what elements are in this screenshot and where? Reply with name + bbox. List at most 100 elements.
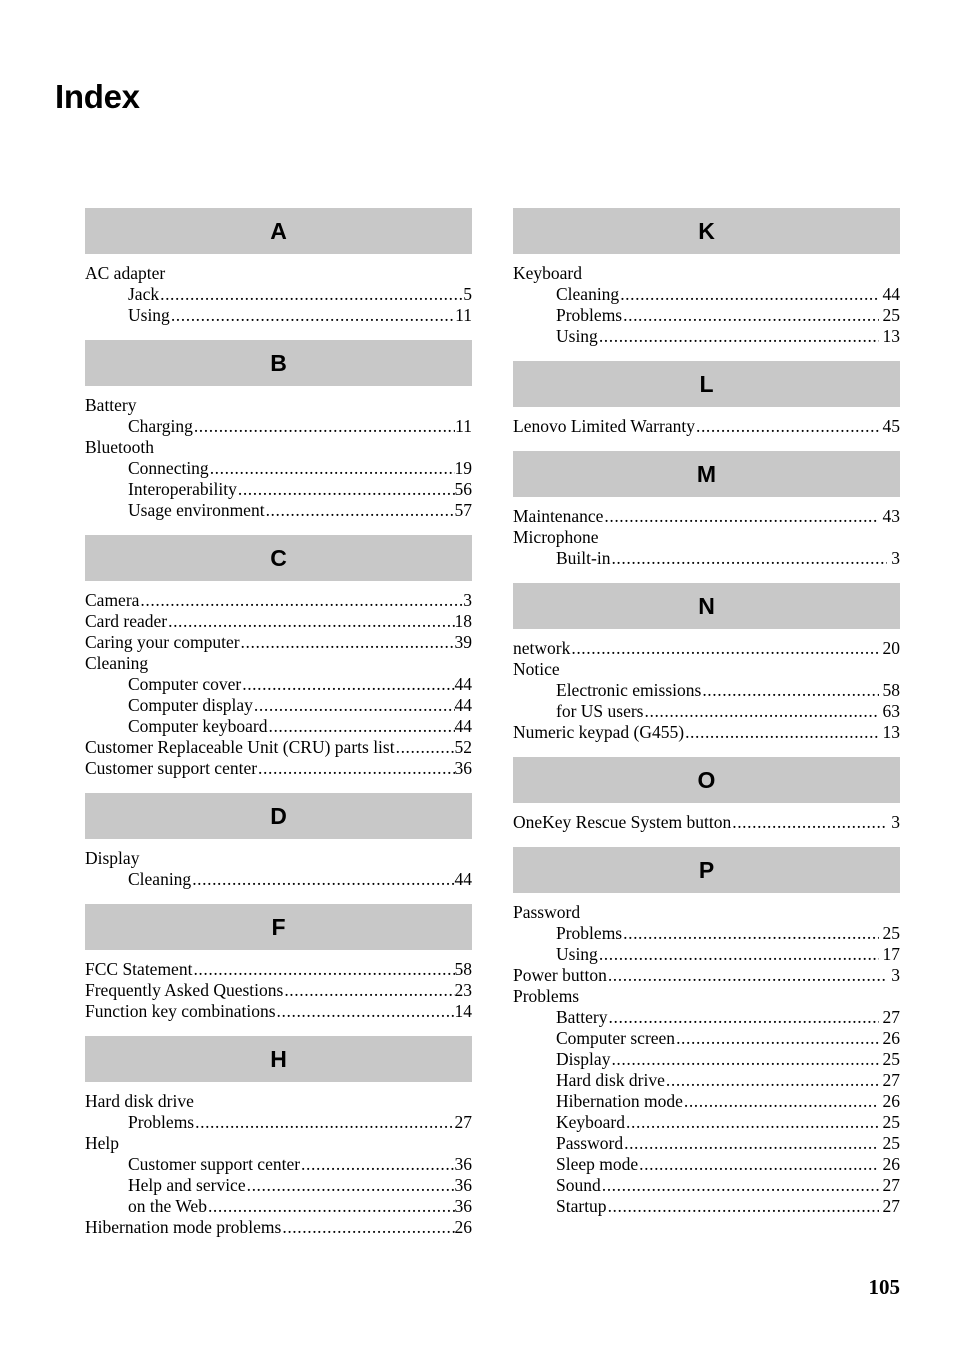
index-entry-label: Help <box>85 1133 120 1153</box>
index-entry[interactable]: Problems................................… <box>513 923 900 944</box>
index-entry-label: Hibernation mode <box>556 1091 683 1111</box>
index-entry-list: FCC Statement...........................… <box>85 959 472 1022</box>
index-entry[interactable]: Keyboard................................… <box>513 1112 900 1133</box>
index-group-heading[interactable]: Keyboard................................… <box>513 263 900 284</box>
index-entry[interactable]: Caring your computer....................… <box>85 632 472 653</box>
leader-dots: ........................................… <box>246 1175 455 1195</box>
index-entry-label: Power button <box>513 965 607 985</box>
index-entry[interactable]: Problems................................… <box>85 1112 472 1133</box>
index-group-heading[interactable]: Problems................................… <box>513 986 900 1007</box>
index-group-heading[interactable]: Microphone..............................… <box>513 527 900 548</box>
index-group-heading[interactable]: Password................................… <box>513 902 900 923</box>
index-entry-page-number: 25 <box>882 1112 901 1132</box>
index-entry[interactable]: Sound...................................… <box>513 1175 900 1196</box>
leader-dots: ........................................… <box>623 923 878 943</box>
leader-dots: ........................................… <box>598 944 879 964</box>
index-entry-label: Camera <box>85 590 140 610</box>
index-entry[interactable]: Charging................................… <box>85 416 472 437</box>
index-entry-list: Password................................… <box>513 902 900 1217</box>
index-entry[interactable]: Using...................................… <box>513 944 900 965</box>
index-entry-label: Built-in <box>556 548 611 568</box>
index-entry[interactable]: Customer support center.................… <box>85 1154 472 1175</box>
index-entry-page-number: 14 <box>454 1001 473 1021</box>
index-entry-list: Lenovo Limited Warranty.................… <box>513 416 900 437</box>
leader-dots: ........................................… <box>604 506 878 526</box>
index-entry-label: Using <box>556 944 598 964</box>
index-entry[interactable]: for US users............................… <box>513 701 900 722</box>
index-entry[interactable]: Display.................................… <box>513 1049 900 1070</box>
index-entry[interactable]: Cleaning................................… <box>85 869 472 890</box>
index-group-heading[interactable]: Cleaning................................… <box>85 653 472 674</box>
index-section-d: D Display................................… <box>85 779 472 890</box>
index-entry-label: Sleep mode <box>556 1154 639 1174</box>
index-entry-label: Lenovo Limited Warranty <box>513 416 695 436</box>
index-entry-label: AC adapter <box>85 263 166 283</box>
index-entry[interactable]: Usage environment.......................… <box>85 500 472 521</box>
index-entry-page-number: 44 <box>882 284 901 304</box>
index-entry[interactable]: Using...................................… <box>85 305 472 326</box>
index-entry[interactable]: Computer cover..........................… <box>85 674 472 695</box>
leader-dots: ........................................… <box>685 722 878 742</box>
index-entry[interactable]: Sleep mode..............................… <box>513 1154 900 1175</box>
index-entry[interactable]: FCC Statement...........................… <box>85 959 472 980</box>
index-entry[interactable]: Electronic emissions....................… <box>513 680 900 701</box>
index-entry-page-number: 11 <box>455 305 472 325</box>
index-group-heading[interactable]: Battery.................................… <box>85 395 472 416</box>
index-entry[interactable]: Using...................................… <box>513 326 900 347</box>
index-group-heading[interactable]: Bluetooth...............................… <box>85 437 472 458</box>
index-entry[interactable]: network.................................… <box>513 638 900 659</box>
index-entry[interactable]: Camera..................................… <box>85 590 472 611</box>
index-entry[interactable]: Interoperability........................… <box>85 479 472 500</box>
index-entry[interactable]: on the Web..............................… <box>85 1196 472 1217</box>
index-entry[interactable]: Maintenance.............................… <box>513 506 900 527</box>
index-entry-page-number: 58 <box>454 959 473 979</box>
index-entry[interactable]: Customer support center.................… <box>85 758 472 779</box>
index-entry[interactable]: Computer screen.........................… <box>513 1028 900 1049</box>
index-group-heading[interactable]: Notice..................................… <box>513 659 900 680</box>
index-entry[interactable]: Cleaning................................… <box>513 284 900 305</box>
index-entry-label: network <box>513 638 571 658</box>
index-entry[interactable]: Computer display........................… <box>85 695 472 716</box>
index-entry[interactable]: Hibernation mode........................… <box>513 1091 900 1112</box>
index-entry[interactable]: OneKey Rescue System button.............… <box>513 812 900 833</box>
index-entry[interactable]: Jack....................................… <box>85 284 472 305</box>
index-entry[interactable]: Built-in................................… <box>513 548 900 569</box>
index-entry-page-number: 3 <box>891 812 900 832</box>
index-entry[interactable]: Help and service........................… <box>85 1175 472 1196</box>
index-entry[interactable]: Numeric keypad (G455)...................… <box>513 722 900 743</box>
index-entry-label: Frequently Asked Questions <box>85 980 284 1000</box>
index-entry-list: OneKey Rescue System button.............… <box>513 812 900 833</box>
index-section-n: Nnetwork................................… <box>513 569 900 743</box>
index-entry-page-number: 39 <box>454 632 473 652</box>
index-entry[interactable]: Customer Replaceable Unit (CRU) parts li… <box>85 737 472 758</box>
index-entry[interactable]: Function key combinations...............… <box>85 1001 472 1022</box>
index-group-heading[interactable]: Hard disk drive.........................… <box>85 1091 472 1112</box>
index-entry[interactable]: Startup.................................… <box>513 1196 900 1217</box>
leader-dots: ........................................… <box>732 812 887 832</box>
index-entry[interactable]: Password................................… <box>513 1133 900 1154</box>
index-entry[interactable]: Problems................................… <box>513 305 900 326</box>
index-entry[interactable]: Power button............................… <box>513 965 900 986</box>
index-entry-page-number: 26 <box>882 1091 901 1111</box>
index-entry[interactable]: Battery.................................… <box>513 1007 900 1028</box>
leader-dots: ........................................… <box>676 1028 879 1048</box>
leader-dots: ........................................… <box>253 695 455 715</box>
index-entry-page-number: 27 <box>882 1175 901 1195</box>
index-entry[interactable]: Frequently Asked Questions..............… <box>85 980 472 1001</box>
index-entry-list: Display.................................… <box>85 848 472 890</box>
index-entry-label: Cleaning <box>128 869 192 889</box>
leader-dots: ........................................… <box>276 1001 455 1021</box>
index-entry[interactable]: Lenovo Limited Warranty.................… <box>513 416 900 437</box>
index-entry-page-number: 5 <box>463 284 472 304</box>
index-column-right: K Keyboard...............................… <box>513 208 900 1217</box>
index-entry[interactable]: Hibernation mode problems...............… <box>85 1217 472 1238</box>
index-entry[interactable]: Computer keyboard.......................… <box>85 716 472 737</box>
index-entry-page-number: 25 <box>882 1049 901 1069</box>
index-entry-label: Computer keyboard <box>128 716 268 736</box>
index-group-heading[interactable]: Help....................................… <box>85 1133 472 1154</box>
index-group-heading[interactable]: Display.................................… <box>85 848 472 869</box>
index-entry[interactable]: Hard disk drive.........................… <box>513 1070 900 1091</box>
index-entry[interactable]: Connecting..............................… <box>85 458 472 479</box>
index-entry[interactable]: Card reader.............................… <box>85 611 472 632</box>
index-group-heading[interactable]: AC adapter..............................… <box>85 263 472 284</box>
